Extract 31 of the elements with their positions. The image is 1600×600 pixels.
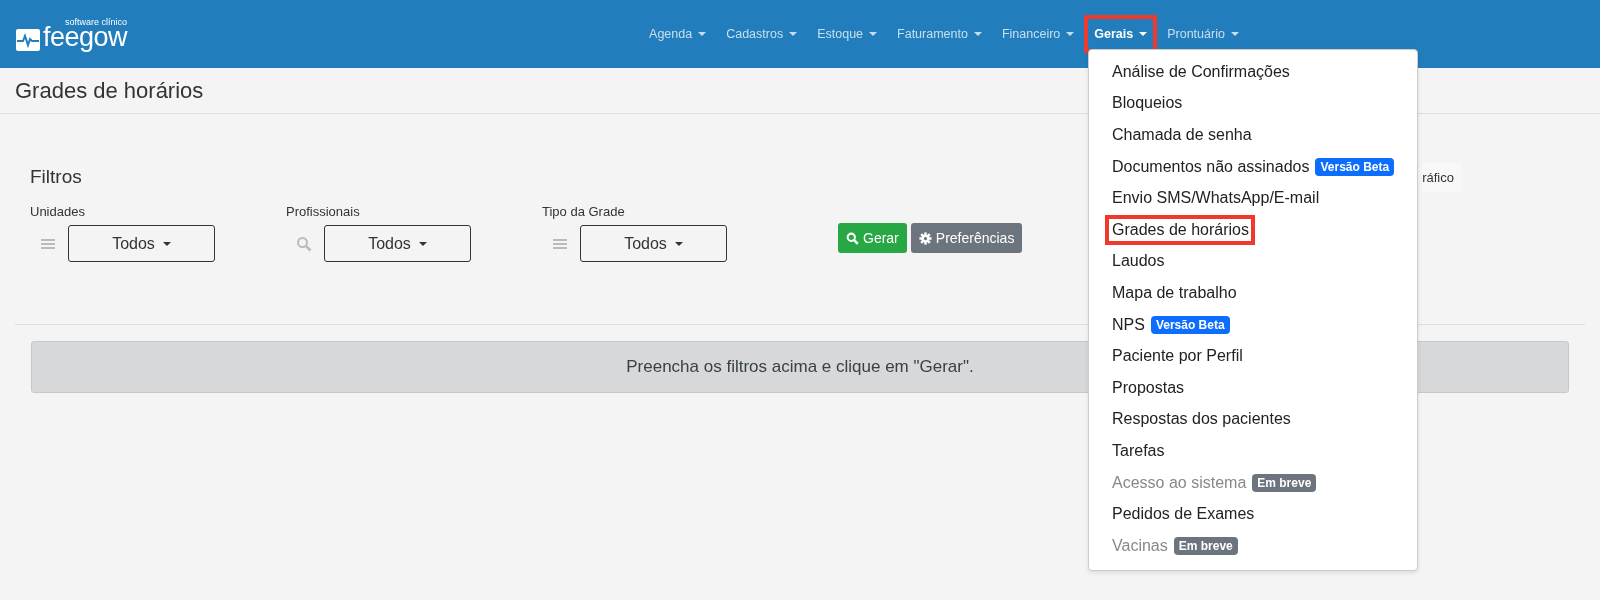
dropdown-item[interactable]: Análise de Confirmações xyxy=(1105,56,1296,87)
preferences-button[interactable]: Preferências xyxy=(910,223,1023,253)
search-icon xyxy=(296,235,312,252)
dropdown-item[interactable]: Pedidos de Exames xyxy=(1105,499,1261,530)
dropdown-item[interactable]: Bloqueios xyxy=(1105,88,1189,119)
chart-button[interactable]: ráfico xyxy=(1422,162,1462,192)
select-dropdown[interactable]: Todos xyxy=(580,225,727,262)
page-title: Grades de horários xyxy=(15,77,204,104)
dropdown-item[interactable]: Envio SMS/WhatsApp/E-mail xyxy=(1105,183,1326,214)
dropdown-item[interactable]: NPS xyxy=(1105,309,1151,340)
logo-icon xyxy=(16,28,40,51)
select-dropdown[interactable]: Todos xyxy=(68,225,215,262)
status-badge: Versão Beta xyxy=(1315,157,1395,176)
field-label: Unidades xyxy=(30,204,86,219)
field-label: Profissionais xyxy=(286,204,361,219)
dropdown-item[interactable]: Paciente por Perfil xyxy=(1105,341,1249,372)
dropdown-item[interactable]: Tarefas xyxy=(1105,435,1171,466)
dropdown-item[interactable]: Grades de horários xyxy=(1105,214,1255,245)
select-dropdown[interactable]: Todos xyxy=(324,225,471,262)
status-badge: Versão Beta xyxy=(1150,315,1230,334)
search-icon xyxy=(846,231,859,245)
dropdown-item[interactable]: Respostas dos pacientes xyxy=(1105,404,1297,435)
dropdown-item[interactable]: Mapa de trabalho xyxy=(1105,277,1243,308)
filters-title: Filtros xyxy=(30,166,82,188)
status-badge: Em breve xyxy=(1173,536,1238,555)
field-label: Tipo da Grade xyxy=(542,204,626,219)
gear-icon xyxy=(918,231,932,245)
dropdown-item[interactable]: Documentos não assinados xyxy=(1105,151,1316,182)
dropdown-item[interactable]: Chamada de senha xyxy=(1105,120,1258,150)
status-badge: Em breve xyxy=(1252,473,1317,492)
dropdown-item[interactable]: Laudos xyxy=(1105,246,1171,277)
